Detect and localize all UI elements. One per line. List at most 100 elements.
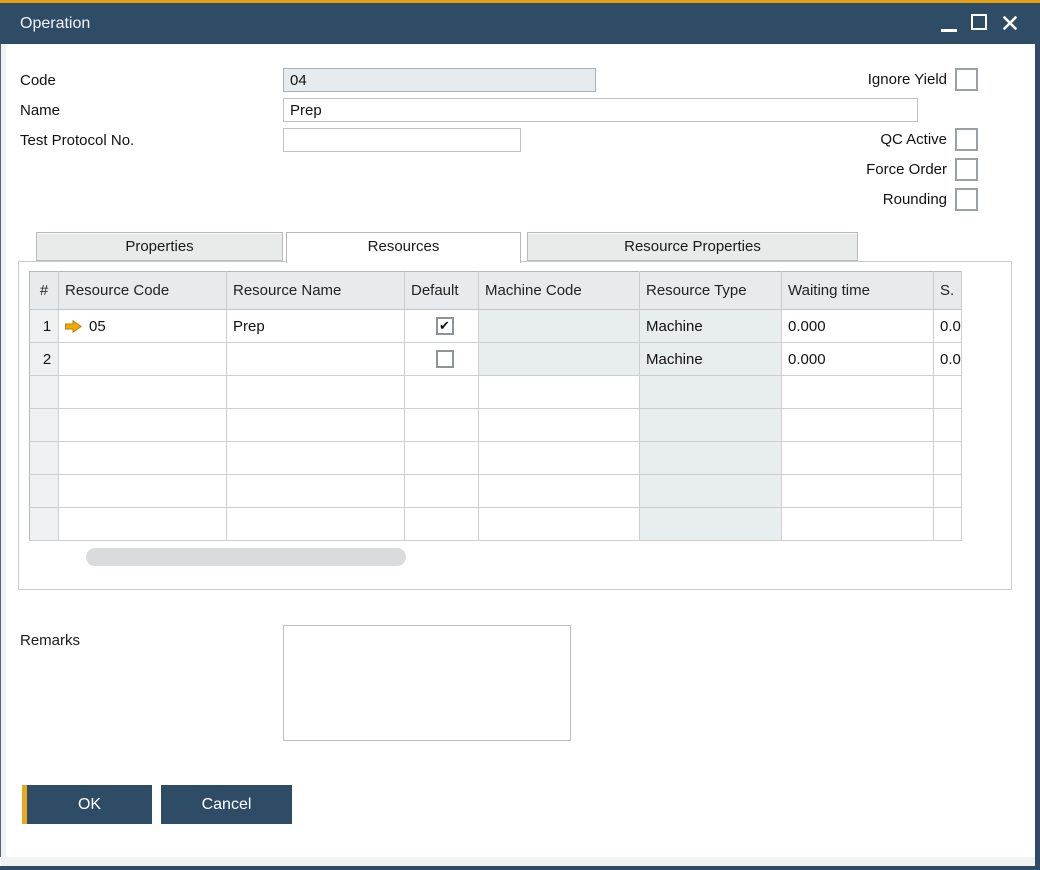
column-header-waiting-time: Waiting time [782, 272, 934, 310]
column-header-resource-code: Resource Code [59, 272, 227, 310]
default-cell[interactable] [405, 508, 479, 541]
code-field[interactable] [283, 68, 596, 92]
force-order-label: Force Order [687, 158, 947, 181]
waiting-time-cell[interactable] [782, 409, 934, 442]
resource-name-cell[interactable] [227, 409, 405, 442]
minimize-button[interactable] [936, 3, 962, 44]
resource-type-cell[interactable] [640, 409, 782, 442]
table-horizontal-scrollbar[interactable] [86, 548, 406, 566]
resources-table: #Resource CodeResource NameDefaultMachin… [29, 271, 962, 541]
row-number-cell[interactable] [30, 508, 59, 541]
ok-button[interactable]: OK [22, 785, 152, 824]
test-protocol-label: Test Protocol No. [20, 129, 134, 153]
resource-code-cell[interactable] [59, 508, 227, 541]
default-cell[interactable]: ✔ [405, 310, 479, 343]
waiting-time-cell[interactable]: 0.000 [782, 343, 934, 376]
resource-type-cell[interactable] [640, 376, 782, 409]
setup-cell[interactable] [934, 508, 962, 541]
close-button[interactable] [997, 3, 1023, 44]
resource-code-cell[interactable]: 05 [59, 310, 227, 343]
window-footer-strip [1, 857, 1035, 866]
resource-code-cell[interactable] [59, 475, 227, 508]
setup-cell[interactable]: 0.0 [934, 310, 962, 343]
resource-type-cell[interactable] [640, 475, 782, 508]
window-right-edge [1035, 44, 1040, 870]
tab-properties[interactable]: Properties [36, 232, 283, 261]
machine-code-cell[interactable] [479, 409, 640, 442]
rounding-label: Rounding [687, 188, 947, 211]
column-header-machine-code: Machine Code [479, 272, 640, 310]
resource-code-cell[interactable] [59, 343, 227, 376]
resource-code-cell[interactable] [59, 442, 227, 475]
machine-code-cell[interactable] [479, 376, 640, 409]
waiting-time-cell[interactable] [782, 475, 934, 508]
maximize-button[interactable] [966, 3, 992, 44]
resource-name-cell[interactable] [227, 475, 405, 508]
ignore-yield-checkbox[interactable] [955, 68, 978, 91]
row-number-cell[interactable] [30, 442, 59, 475]
qc-active-checkbox[interactable] [955, 128, 978, 151]
resource-type-cell[interactable] [640, 442, 782, 475]
row-number-cell[interactable] [30, 475, 59, 508]
setup-cell[interactable] [934, 475, 962, 508]
resource-code-cell[interactable] [59, 409, 227, 442]
table-row: 1 05 Prep ✔ Machine0.0000.0 [30, 310, 962, 343]
ignore-yield-label: Ignore Yield [687, 68, 947, 91]
cancel-button[interactable]: Cancel [161, 785, 292, 824]
row-number-cell[interactable] [30, 376, 59, 409]
remarks-field[interactable] [283, 625, 571, 741]
resource-name-cell[interactable] [227, 376, 405, 409]
setup-cell[interactable] [934, 409, 962, 442]
default-cell[interactable] [405, 343, 479, 376]
waiting-time-cell[interactable] [782, 376, 934, 409]
table-row-empty [30, 409, 962, 442]
window-title: Operation [20, 3, 90, 44]
row-number-cell[interactable]: 1 [30, 310, 59, 343]
rounding-checkbox[interactable] [955, 188, 978, 211]
machine-code-cell[interactable] [479, 475, 640, 508]
column-header-row-number: # [30, 272, 59, 310]
setup-cell[interactable] [934, 442, 962, 475]
setup-cell[interactable]: 0.0 [934, 343, 962, 376]
resource-name-cell[interactable]: Prep [227, 310, 405, 343]
remarks-label: Remarks [20, 630, 80, 652]
test-protocol-field[interactable] [283, 128, 521, 152]
row-number-cell[interactable] [30, 409, 59, 442]
resource-name-cell[interactable] [227, 508, 405, 541]
table-row-empty [30, 442, 962, 475]
force-order-checkbox[interactable] [955, 158, 978, 181]
default-cell[interactable] [405, 409, 479, 442]
resource-type-cell[interactable]: Machine [640, 310, 782, 343]
machine-code-cell[interactable] [479, 310, 640, 343]
name-field[interactable] [283, 98, 918, 122]
code-label: Code [20, 69, 56, 93]
waiting-time-cell[interactable]: 0.000 [782, 310, 934, 343]
resource-code-value: 05 [89, 318, 106, 335]
window-titlebar: Operation [0, 3, 1040, 44]
resource-type-cell[interactable]: Machine [640, 343, 782, 376]
resource-name-cell[interactable] [227, 442, 405, 475]
machine-code-cell[interactable] [479, 508, 640, 541]
link-arrow-icon[interactable] [65, 320, 82, 333]
resource-type-cell[interactable] [640, 508, 782, 541]
machine-code-cell[interactable] [479, 442, 640, 475]
operation-window: Operation Code Name Test Protocol No. Ig… [0, 0, 1040, 870]
default-cell[interactable] [405, 376, 479, 409]
default-checkbox[interactable] [436, 350, 454, 368]
waiting-time-cell[interactable] [782, 508, 934, 541]
machine-code-cell[interactable] [479, 343, 640, 376]
resource-name-cell[interactable] [227, 343, 405, 376]
maximize-icon [971, 14, 987, 30]
column-header-s: S. [934, 272, 962, 310]
default-cell[interactable] [405, 475, 479, 508]
column-header-resource-type: Resource Type [640, 272, 782, 310]
default-checkbox-checked[interactable]: ✔ [436, 317, 454, 335]
table-row-empty [30, 475, 962, 508]
row-number-cell[interactable]: 2 [30, 343, 59, 376]
tab-resources[interactable]: Resources [286, 232, 521, 263]
tab-resource-properties[interactable]: Resource Properties [527, 232, 858, 261]
waiting-time-cell[interactable] [782, 442, 934, 475]
setup-cell[interactable] [934, 376, 962, 409]
default-cell[interactable] [405, 442, 479, 475]
resource-code-cell[interactable] [59, 376, 227, 409]
